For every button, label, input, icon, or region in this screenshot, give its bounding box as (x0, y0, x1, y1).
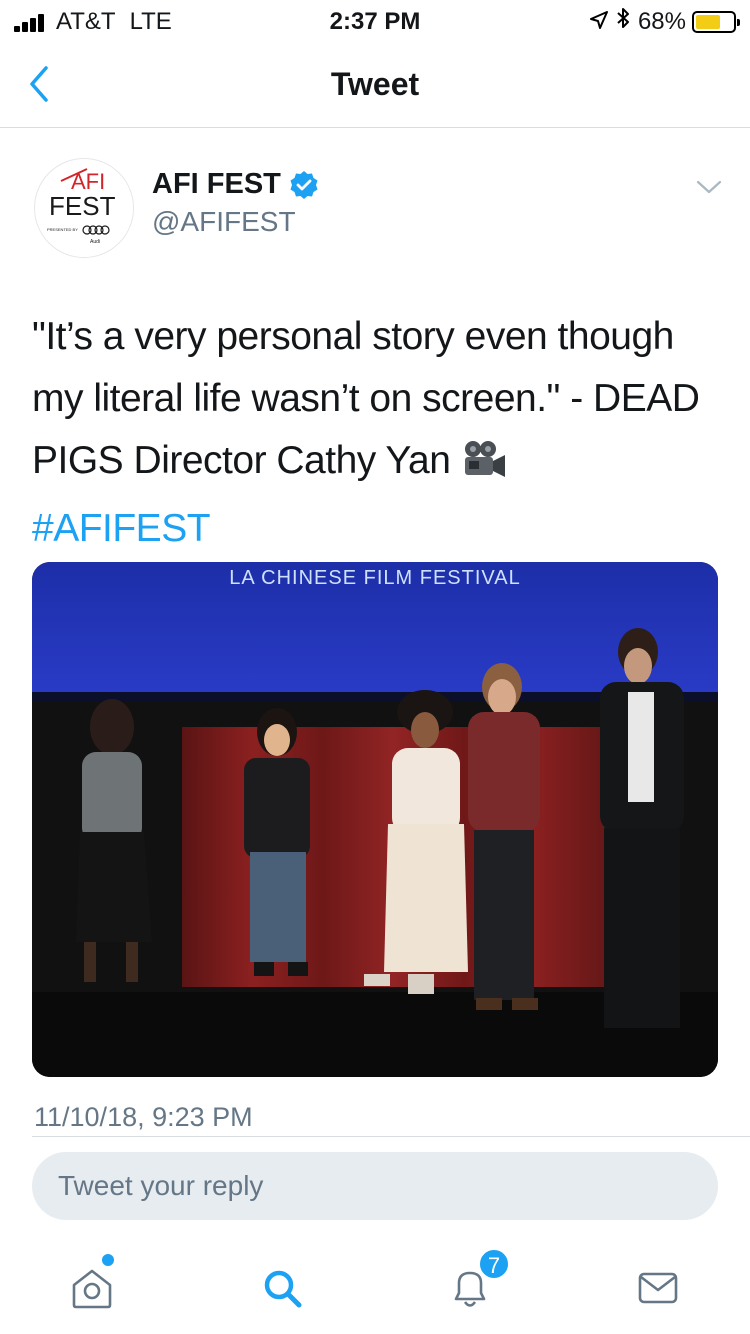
battery-icon (692, 10, 740, 33)
bluetooth-icon (616, 7, 630, 36)
battery-tip (737, 18, 740, 26)
notifications-badge: 7 (478, 1248, 510, 1280)
tab-bar (0, 1240, 750, 1334)
tweet-timestamp: 11/10/18, 9:23 PM (34, 1102, 253, 1132)
navigation-bar: Tweet (0, 40, 750, 128)
chevron-down-icon (696, 180, 722, 194)
tab-home[interactable] (62, 1258, 122, 1318)
search-icon (264, 1270, 302, 1308)
battery-fill (696, 14, 721, 29)
battery-percent: 68% (637, 7, 686, 35)
home-unread-dot (102, 1254, 114, 1266)
photo-banner-text: LA CHINESE FILM FESTIVAL (229, 567, 520, 589)
tweet-text: "It’s a very personal story even though … (32, 306, 722, 560)
author-handle[interactable]: @AFIFEST (152, 206, 296, 238)
hashtag-link[interactable]: #AFIFEST (32, 507, 211, 550)
movie-camera-icon (461, 436, 507, 498)
tab-messages[interactable] (628, 1258, 688, 1318)
home-icon (72, 1269, 112, 1309)
svg-text:FEST: FEST (49, 191, 116, 221)
afi-fest-logo: AFI FEST PRESENTED BY Audi (35, 159, 133, 257)
verified-badge-icon (290, 170, 318, 199)
author-name[interactable]: AFI FEST (152, 168, 319, 201)
tweet-options-button[interactable] (694, 176, 724, 198)
tab-search[interactable] (252, 1258, 312, 1318)
tweet-body: "It’s a very personal story even though … (32, 315, 700, 482)
tweet-photo[interactable]: LA CHINESE FILM FESTIVAL (32, 562, 718, 1077)
reply-input[interactable] (32, 1152, 718, 1220)
page-title: Tweet (330, 66, 420, 102)
stage-photo-image: LA CHINESE FILM FESTIVAL (32, 562, 718, 1077)
author-name-text: AFI FEST (152, 168, 281, 200)
envelope-icon (638, 1272, 678, 1304)
status-bar: AT&T LTE 2:37 PM 68% (0, 0, 750, 40)
avatar[interactable]: AFI FEST PRESENTED BY Audi (34, 158, 134, 258)
location-arrow-icon (589, 8, 608, 36)
svg-text:Audi: Audi (90, 239, 100, 245)
divider (32, 1136, 750, 1137)
svg-text:PRESENTED BY: PRESENTED BY (47, 227, 78, 232)
status-right: 68% (589, 7, 740, 36)
